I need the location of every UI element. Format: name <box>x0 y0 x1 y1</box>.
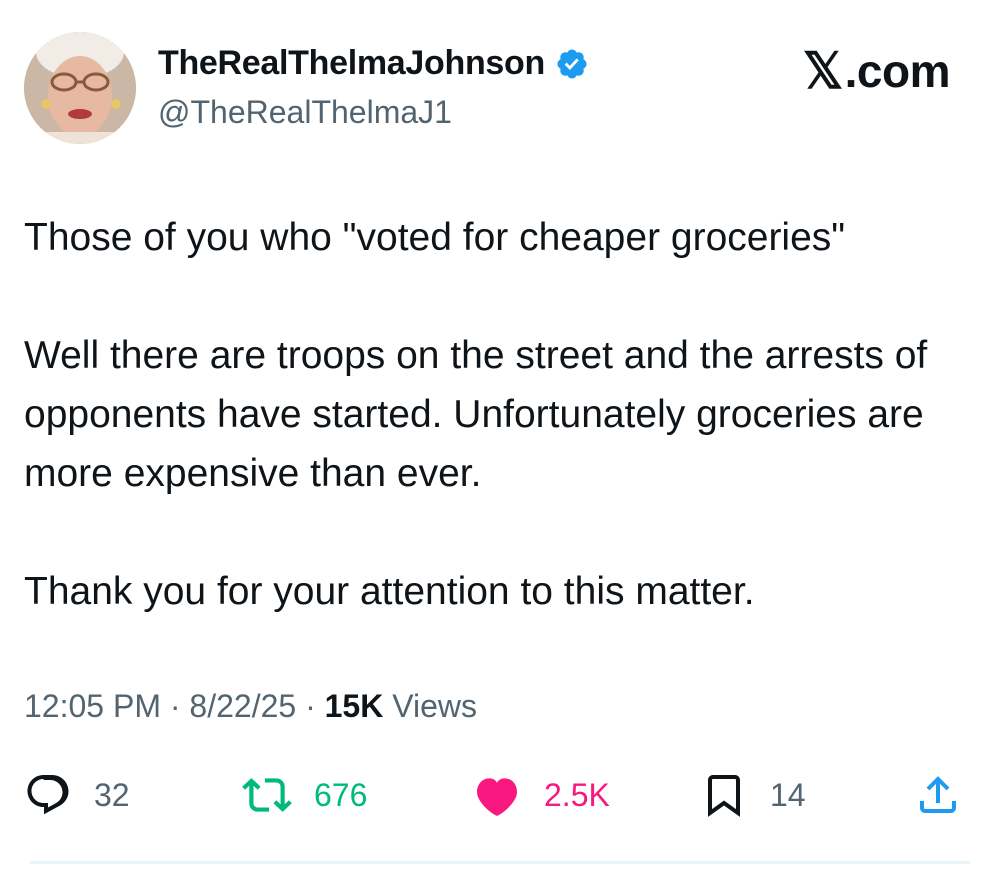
divider <box>30 861 970 864</box>
verified-badge-icon <box>557 48 587 79</box>
reply-icon <box>27 775 69 815</box>
reply-count: 32 <box>94 776 130 813</box>
author-display-name[interactable]: TheRealThelmaJohnson <box>158 44 545 83</box>
views-count: 15K <box>324 688 384 724</box>
repost-button[interactable]: 676 <box>242 770 367 820</box>
meta-separator: · <box>305 688 316 724</box>
repost-count: 676 <box>314 776 368 813</box>
repost-icon <box>242 778 292 812</box>
views-label: Views <box>392 688 477 724</box>
x-logo-icon: 𝕏 <box>802 43 843 99</box>
heart-icon <box>477 778 517 816</box>
author-display-name-row[interactable]: TheRealThelmaJohnson <box>158 44 589 83</box>
like-count: 2.5K <box>544 776 610 813</box>
tweet-paragraph: Those of you who "voted for cheaper groc… <box>24 216 846 259</box>
avatar[interactable] <box>24 32 136 144</box>
reply-button[interactable]: 32 <box>24 770 130 820</box>
tweet-paragraph: Well there are troops on the street and … <box>24 334 928 495</box>
tweet-time[interactable]: 12:05 PM <box>24 688 161 724</box>
tweet-meta: 12:05 PM · 8/22/25 · 15K Views <box>24 688 477 725</box>
brand-domain-label: .com <box>844 45 951 97</box>
tweet-paragraph: Thank you for your attention to this mat… <box>24 570 755 613</box>
tweet-actions: 32 676 2.5K 14 <box>24 770 974 820</box>
x-brand-logo: 𝕏 .com <box>802 42 951 100</box>
bookmark-button[interactable]: 14 <box>700 770 806 820</box>
meta-separator: · <box>169 688 181 724</box>
elderly-woman-portrait-icon <box>24 32 136 144</box>
tweet-text: Those of you who "voted for cheaper groc… <box>24 208 984 621</box>
share-button[interactable] <box>914 770 962 820</box>
tweet-date[interactable]: 8/22/25 <box>189 688 296 724</box>
author-handle[interactable]: @TheRealThelmaJ1 <box>158 94 452 131</box>
bookmark-count: 14 <box>770 776 806 813</box>
bookmark-icon <box>708 775 740 817</box>
share-icon <box>920 776 956 813</box>
like-button[interactable]: 2.5K <box>472 770 610 820</box>
